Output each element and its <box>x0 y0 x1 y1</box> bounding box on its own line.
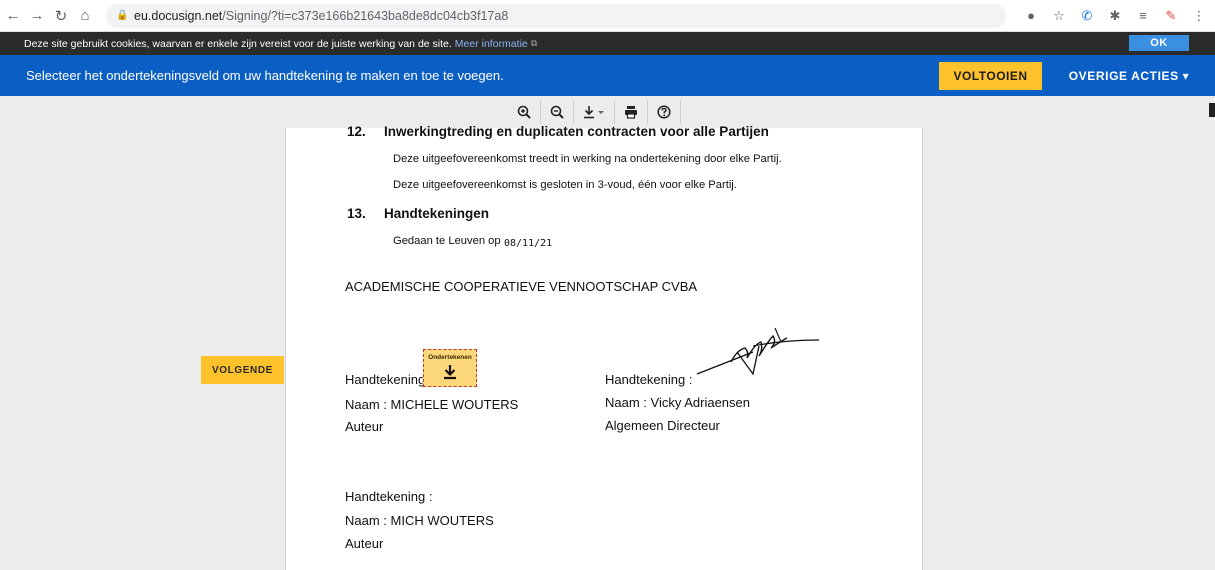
signer-1-signature-label: Handtekening : <box>345 372 433 387</box>
download-arrow-icon <box>424 364 476 380</box>
external-link-icon: ⧉ <box>530 38 538 48</box>
document-viewer: 12. Inwerkingtreding en duplicaten contr… <box>0 124 1215 570</box>
signer-2-name: Naam : Vicky Adriaensen <box>605 395 750 410</box>
section-12-number: 12. <box>347 124 366 139</box>
signer-3-name: Naam : MICH WOUTERS <box>345 513 494 528</box>
signing-action-bar: Selecteer het ondertekeningsveld om uw h… <box>0 55 1215 96</box>
forward-icon[interactable]: → <box>26 5 48 27</box>
reading-list-icon[interactable]: ≡ <box>1135 8 1151 24</box>
zoom-in-icon[interactable] <box>508 100 541 124</box>
section-12-title: Inwerkingtreding en duplicaten contracte… <box>384 124 769 139</box>
signer-2-signature-label: Handtekening : <box>605 372 693 387</box>
cookie-more-info-link[interactable]: Meer informatie <box>455 38 528 50</box>
menu-kebab-icon[interactable]: ⋮ <box>1191 8 1207 24</box>
side-panel-icon[interactable] <box>1209 103 1215 117</box>
party-name: ACADEMISCHE COOPERATIEVE VENNOOTSCHAP CV… <box>345 279 698 294</box>
done-at-label: Gedaan te Leuven op <box>393 235 501 247</box>
sign-here-label: Ondertekenen <box>428 354 472 361</box>
finish-button[interactable]: VOLTOOIEN <box>939 62 1042 90</box>
reload-icon[interactable]: ↻ <box>50 5 72 27</box>
section-13-title: Handtekeningen <box>384 206 490 221</box>
download-icon[interactable] <box>574 100 615 124</box>
location-icon[interactable]: ● <box>1023 8 1039 24</box>
signer-1-role: Auteur <box>345 419 384 434</box>
address-bar[interactable]: 🔒 eu.docusign.net/Signing/?ti=c373e166b2… <box>106 3 1006 28</box>
sign-here-field[interactable]: Ondertekenen <box>423 349 477 387</box>
signer-3-role: Auteur <box>345 536 384 551</box>
signer-3-signature-label: Handtekening : <box>345 489 433 504</box>
cookie-notice: Deze site gebruikt cookies, waarvan er e… <box>0 32 1215 55</box>
back-icon[interactable]: ← <box>2 5 24 27</box>
signer-2-signature-image <box>696 327 820 376</box>
signer-2-role: Algemeen Directeur <box>605 418 720 433</box>
url-domain: eu.docusign.net <box>134 8 223 23</box>
next-field-button[interactable]: VOLGENDE <box>201 356 284 384</box>
document-page: 12. Inwerkingtreding en duplicaten contr… <box>285 124 923 570</box>
signer-1-name: Naam : MICHELE WOUTERS <box>345 397 519 412</box>
lock-icon: 🔒 <box>116 10 129 21</box>
section-12-paragraph-2: Deze uitgeefovereenkomst is gesloten in … <box>393 179 737 191</box>
pin-extension-icon[interactable]: ✎ <box>1163 8 1179 24</box>
section-12-paragraph-1: Deze uitgeefovereenkomst treedt in werki… <box>393 153 782 165</box>
zoom-out-icon[interactable] <box>541 100 574 124</box>
phone-extension-icon[interactable]: ✆ <box>1079 8 1095 24</box>
section-13-number: 13. <box>347 206 366 221</box>
browser-toolbar: ← → ↻ ⌂ 🔒 eu.docusign.net/Signing/?ti=c3… <box>0 0 1215 32</box>
print-icon[interactable] <box>615 100 648 124</box>
cookie-ok-button[interactable]: OK <box>1129 35 1189 51</box>
help-icon[interactable] <box>648 100 681 124</box>
date-field: 08/11/21 <box>504 238 553 249</box>
star-icon[interactable]: ☆ <box>1051 8 1067 24</box>
other-actions-button[interactable]: OVERIGE ACTIES ▾ <box>1064 62 1194 90</box>
home-icon[interactable]: ⌂ <box>74 5 96 27</box>
cookie-text: Deze site gebruikt cookies, waarvan er e… <box>24 37 452 50</box>
signing-instruction: Selecteer het ondertekeningsveld om uw h… <box>26 68 504 83</box>
url-path: /Signing/?ti=c373e166b21643ba8de8dc04cb3… <box>222 8 509 23</box>
extensions-puzzle-icon[interactable]: ✱ <box>1107 8 1123 24</box>
